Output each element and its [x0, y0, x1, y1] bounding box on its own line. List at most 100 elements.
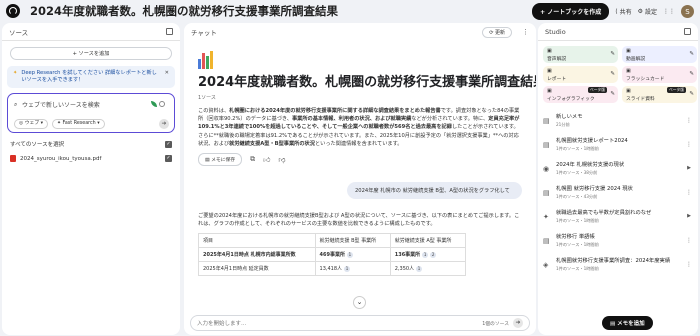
notebook-title[interactable]: 2024年度就職者数。札幌圏の就労移行支援事業所調査結果: [30, 3, 338, 19]
note-icon: ▤: [543, 237, 550, 245]
leaf-icon[interactable]: [151, 101, 157, 107]
select-all-row[interactable]: すべてのソースを選択 ✓: [10, 140, 172, 148]
summary-text: などが分析されています。特に、: [411, 116, 489, 123]
avatar[interactable]: S: [681, 5, 694, 18]
more-options-icon[interactable]: ⋮: [686, 189, 692, 196]
tile-label: インフォグラフィック: [547, 97, 595, 102]
note-meta: 1件のソース・1時間前: [556, 266, 599, 271]
note-item[interactable]: ✦ 就職過去最高でも半数が定員割れのなぜ 1件のソース・1時間前 ▶: [543, 206, 695, 228]
citation-badge[interactable]: 1: [422, 252, 429, 259]
web-source-search[interactable]: ⌕ ウェブで新しいソースを検索 ◎ ウェブ ▾ ✦ Fast Research …: [7, 93, 175, 133]
table-cell: 2025年4月1日時点 延定員数: [198, 261, 316, 277]
note-icon: ◉: [543, 165, 550, 173]
note-item[interactable]: ▤ 就労移行 単語帳 1件のソース・1時間前 ⋮: [543, 230, 695, 252]
studio-tile[interactable]: ▣ インフォグラフィック ベータ版 ✎: [543, 86, 618, 103]
research-mode-dropdown[interactable]: ✦ Fast Research ▾: [52, 119, 105, 129]
select-all-checkbox[interactable]: ✓: [165, 140, 172, 148]
apps-icon[interactable]: ⋮⋮: [663, 8, 675, 15]
chat-scroll-area[interactable]: 2024年度就職者数。札幌圏の就労移行支援事業所調査結果 1ソース この資料は、…: [184, 43, 536, 311]
notes-list: ▤ 新しいメモ 21分前 ⋮ ▤ 札幌圏就労支援レポート2024 1件のソース・1時間前 ⋮ ◉…: [538, 110, 698, 276]
note-text: 2024年 札幌就労支援の現状 1件のソース・38分前: [556, 162, 624, 176]
source-count: 1ソース: [198, 95, 216, 101]
table-row: 2025年4月1日時点 延定員数 13,418人 1 2,350人 1: [198, 261, 467, 277]
note-item[interactable]: ▤ 新しいメモ 21分前 ⋮: [543, 110, 695, 132]
note-icon: ✦: [543, 213, 549, 221]
web-dropdown[interactable]: ◎ ウェブ ▾: [14, 119, 49, 129]
refresh-button[interactable]: ⟳ 更新: [482, 26, 512, 38]
thumbs-down-icon[interactable]: 👎︎: [278, 155, 285, 164]
add-source-button[interactable]: + ソースを追加: [10, 47, 172, 60]
thumbs-up-icon[interactable]: 👍︎: [263, 155, 270, 164]
tool-icon: ▣: [626, 68, 631, 74]
note-item[interactable]: ▤ 札幌圏 就労移行支援 2024 現状 1件のソース・43分前 ⋮: [543, 182, 695, 204]
sources-title: ソース: [9, 28, 29, 37]
chat-input[interactable]: 入力を開始します... 1個のソース ➜: [190, 315, 530, 331]
citation-badge[interactable]: 2: [430, 252, 437, 259]
notebooklm-logo-icon[interactable]: [6, 4, 20, 18]
tile-label: フラッシュカード: [626, 77, 665, 82]
more-options-icon[interactable]: ⋮: [686, 117, 692, 124]
more-options-icon[interactable]: ⋮: [686, 237, 692, 244]
citation-badge[interactable]: 1: [346, 252, 353, 259]
studio-tile[interactable]: ▣ 音声解説 ✎: [543, 46, 618, 63]
collapse-panel-icon[interactable]: [684, 28, 691, 35]
edit-icon[interactable]: ✎: [610, 91, 615, 97]
tile-label: レポート: [547, 77, 567, 82]
studio-tile[interactable]: ▣ フラッシュカード ✎: [622, 66, 697, 83]
more-options-icon[interactable]: ⋮: [686, 261, 692, 268]
tool-icon: ▣: [547, 48, 552, 54]
close-icon[interactable]: ✕: [165, 70, 169, 84]
edit-icon[interactable]: ✎: [689, 71, 694, 77]
note-item[interactable]: ▤ 札幌圏就労支援レポート2024 1件のソース・1時間前 ⋮: [543, 134, 695, 156]
note-text: 札幌圏就労支援レポート2024 1件のソース・1時間前: [556, 138, 628, 152]
studio-tile[interactable]: ▣ スライド資料 ベータ版 ✎: [622, 86, 697, 103]
studio-tile[interactable]: ▣ レポート ✎: [543, 66, 618, 83]
table-cell: 2,350人 1: [389, 261, 467, 277]
studio-panel: Studio ▣音声解説✎▣動画解説✎▣マインドマップ✎▣レポート✎▣フラッシュ…: [538, 23, 698, 335]
summary-actions: ▤ メモに保存 ⧉ 👍︎ 👎︎: [198, 153, 522, 167]
note-meta: 1件のソース・38分前: [556, 170, 598, 175]
sparkle-icon: ✦: [13, 70, 18, 76]
note-icon: ◈: [543, 261, 549, 269]
mic-icon[interactable]: [159, 101, 165, 107]
user-message: 2024年度 札幌市の 就労継続支援 B型、A型の状況をグラフ化して: [347, 182, 522, 200]
edit-icon[interactable]: ✎: [689, 51, 694, 57]
edit-icon[interactable]: ✎: [610, 51, 615, 57]
note-title: 札幌圏就労移行支援事業所調査：2024年度実績: [556, 258, 671, 264]
play-icon[interactable]: ▶: [687, 213, 691, 219]
add-note-button[interactable]: ▤ メモを追加: [602, 316, 653, 330]
table-cell: 項目: [198, 233, 316, 249]
chat-input-placeholder[interactable]: 入力を開始します...: [197, 319, 246, 327]
note-item[interactable]: ◈ 札幌圏就労移行支援事業所調査：2024年度実績 1件のソース・1時間前 ⋮: [543, 254, 695, 276]
studio-tile[interactable]: ▣ 動画解説 ✎: [622, 46, 697, 63]
play-icon[interactable]: ▶: [687, 165, 691, 171]
more-options-icon[interactable]: ⋮: [522, 28, 529, 36]
note-title: 就労移行 単語帳: [556, 234, 595, 240]
share-button[interactable]: ⟨ 共有: [615, 7, 631, 16]
note-meta: 1件のソース・43分前: [556, 194, 598, 199]
more-options-icon[interactable]: ⋮: [686, 141, 692, 148]
scroll-down-button[interactable]: ⌄: [353, 296, 366, 309]
source-checkbox[interactable]: ✓: [165, 155, 172, 162]
copy-icon[interactable]: ⧉: [250, 155, 255, 164]
note-item[interactable]: ◉ 2024年 札幌就労支援の現状 1件のソース・38分前 ▶: [543, 158, 695, 180]
source-item[interactable]: 2024_syurou_ikou_tyousa.pdf ✓: [10, 155, 172, 162]
edit-icon[interactable]: ✎: [610, 71, 615, 77]
answer-table: 項目 就労継続支援 B型 事業所 就労継続支援 A型 事業所 2025年4月1日…: [198, 233, 467, 277]
deep-research-promo[interactable]: ✦ Deep Research を試してください 詳細なレポートと新しいソースを…: [7, 66, 175, 88]
citation-badge[interactable]: 1: [416, 266, 423, 273]
tool-icon: ▣: [626, 48, 631, 54]
studio-header: Studio: [538, 23, 698, 41]
promo-text: Deep Research を試してください 詳細なレポートと新しいソースを入手…: [21, 70, 157, 83]
send-button[interactable]: ➜: [513, 318, 523, 328]
settings-button[interactable]: ⚙ 設定: [638, 7, 657, 16]
save-to-note-button[interactable]: ▤ メモに保存: [198, 153, 243, 167]
submit-search-button[interactable]: ➜: [159, 119, 169, 129]
edit-icon[interactable]: ✎: [689, 91, 694, 97]
search-icon: ⌕: [14, 101, 18, 108]
search-input[interactable]: ウェブで新しいソースを検索: [22, 100, 100, 109]
create-notebook-button[interactable]: + ノートブックを作成: [532, 3, 610, 20]
collapse-panel-icon[interactable]: [166, 28, 173, 35]
citation-badge[interactable]: 1: [344, 266, 351, 273]
document-title: 2024年度就職者数。札幌圏の就労移行支援事業所調査結果: [198, 75, 536, 90]
